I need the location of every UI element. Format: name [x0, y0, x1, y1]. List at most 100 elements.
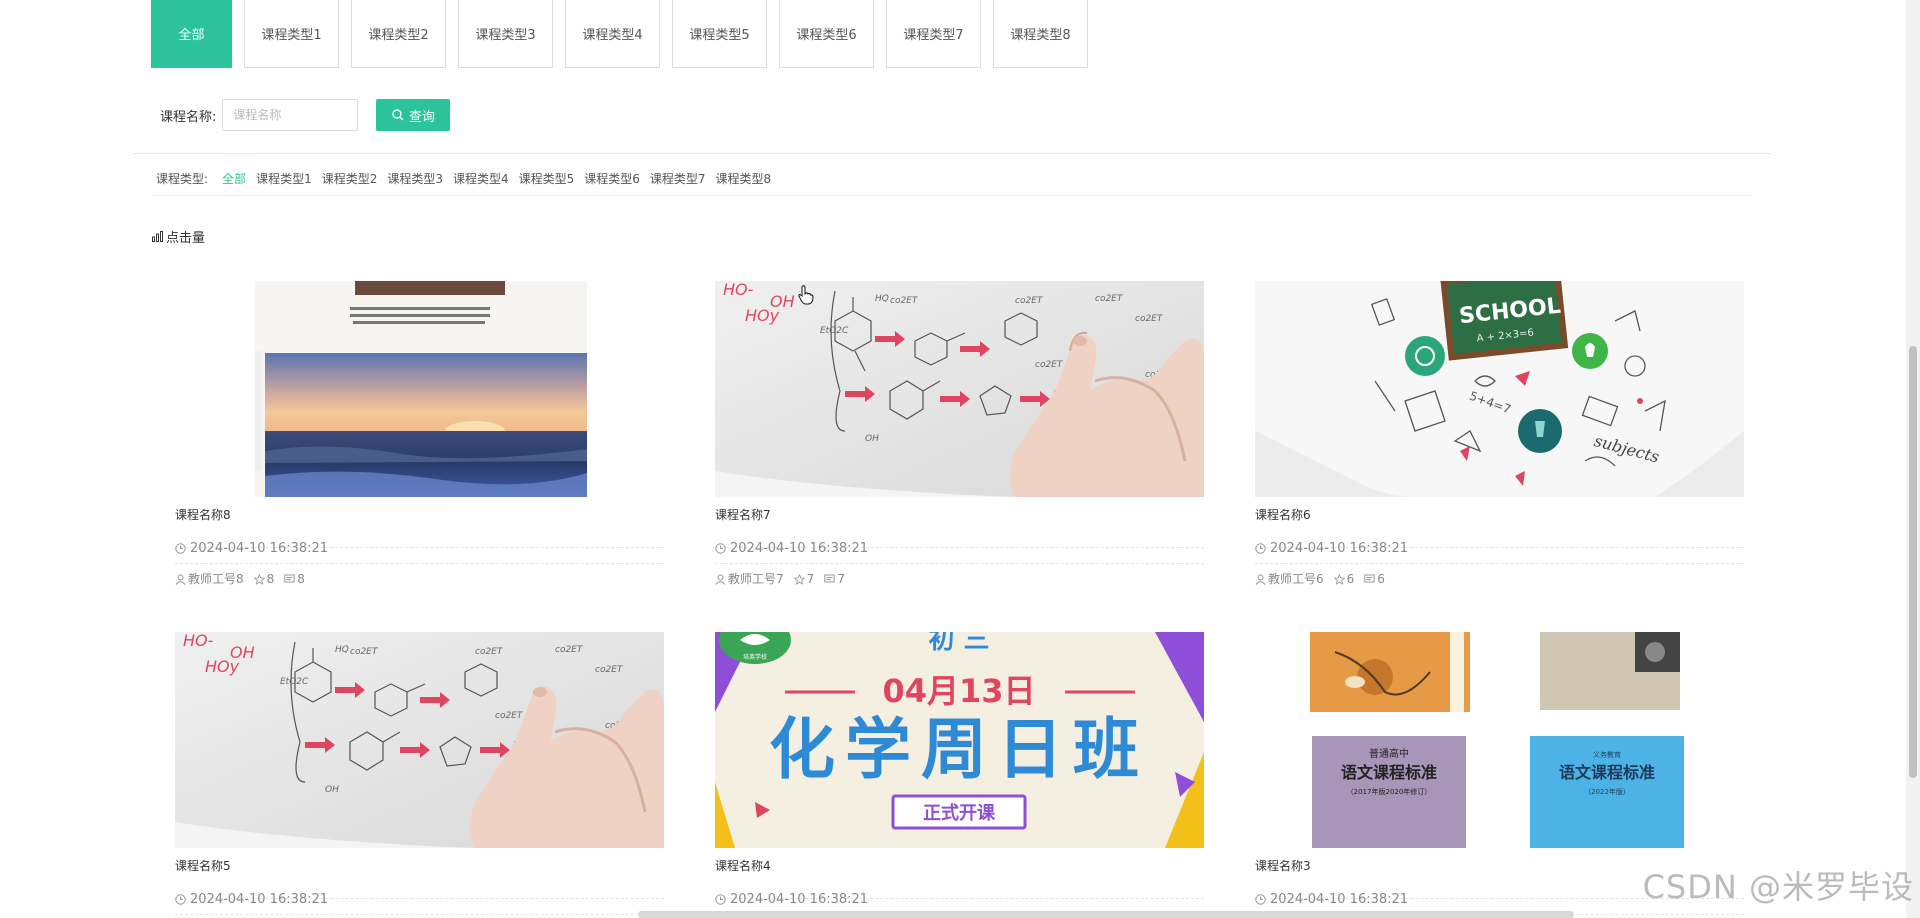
- book-1-edition: （2017年版2020年修订）: [1347, 787, 1432, 796]
- svg-text:OH: OH: [865, 434, 879, 444]
- svg-text:co2ET: co2ET: [495, 711, 524, 721]
- course-meta: 教师工号8 8 8: [175, 564, 664, 594]
- svg-text:co2ET: co2ET: [1095, 294, 1124, 304]
- tab-course-type-8[interactable]: 课程类型8: [993, 0, 1088, 68]
- watermark: CSDN @米罗毕设: [1642, 868, 1914, 906]
- svg-text:co2ET: co2ET: [1015, 296, 1044, 306]
- vertical-scrollbar[interactable]: [1906, 0, 1920, 918]
- tab-course-type-5[interactable]: 课程类型5: [672, 0, 767, 68]
- svg-text:OH: OH: [770, 292, 795, 311]
- user-icon: [175, 574, 186, 585]
- course-image[interactable]: 普通高中 语文课程标准 （2017年版2020年修订） 义务教育 语文课程标准 …: [1255, 632, 1744, 848]
- course-list-page: 全部 课程类型1 课程类型2 课程类型3 课程类型4 课程类型5 课程类型6 课…: [0, 0, 1920, 918]
- search-bar: 课程名称: 查询: [160, 99, 451, 131]
- tab-course-type-2[interactable]: 课程类型2: [351, 0, 446, 68]
- course-date: 2024-04-10 16:38:21: [175, 885, 664, 915]
- course-date-text: 2024-04-10 16:38:21: [1270, 891, 1409, 907]
- svg-text:co2ET: co2ET: [1035, 360, 1064, 370]
- course-name-input[interactable]: [222, 99, 359, 131]
- poster-school-label: 培英学校: [743, 653, 767, 661]
- svg-text:co2ET: co2ET: [890, 296, 919, 306]
- tab-all[interactable]: 全部: [151, 0, 232, 68]
- course-date-text: 2024-04-10 16:38:21: [190, 891, 329, 907]
- tab-course-type-4[interactable]: 课程类型4: [565, 0, 660, 68]
- search-label: 课程名称:: [160, 109, 217, 125]
- filter-item-type-4[interactable]: 课程类型4: [453, 170, 509, 187]
- svg-text:HQ: HQ: [335, 645, 349, 655]
- svg-text:co2ET: co2ET: [555, 645, 584, 655]
- poster-line1: 初 三: [928, 632, 989, 655]
- course-type-filter: 课程类型: 全部 课程类型1 课程类型2 课程类型3 课程类型4 课程类型5 课…: [156, 170, 781, 187]
- svg-text:EtO2C: EtO2C: [280, 677, 309, 687]
- course-image[interactable]: [175, 281, 664, 497]
- teacher-id: 教师工号6: [1268, 572, 1324, 586]
- tab-course-type-1[interactable]: 课程类型1: [244, 0, 339, 68]
- clock-icon: [175, 894, 186, 905]
- tab-course-type-6[interactable]: 课程类型6: [779, 0, 874, 68]
- filter-item-type-8[interactable]: 课程类型8: [716, 170, 772, 187]
- tab-course-type-7[interactable]: 课程类型7: [886, 0, 981, 68]
- course-card[interactable]: HO- HOy OH HQ co2ET EtO2C co2ET co2ET co…: [715, 281, 1204, 594]
- comment-count: 8: [297, 572, 305, 586]
- star-icon: [793, 573, 805, 585]
- hand-cursor-icon: [798, 285, 814, 305]
- category-tabs: 全部 课程类型1 课程类型2 课程类型3 课程类型4 课程类型5 课程类型6 课…: [151, 0, 1088, 68]
- course-card[interactable]: SCHOOL A + 2×3=6 subjects 5+4=7 课程名称6 20…: [1255, 281, 1744, 594]
- course-date: 2024-04-10 16:38:21: [1255, 534, 1744, 564]
- svg-text:EtO2C: EtO2C: [820, 326, 849, 336]
- svg-text:HQ: HQ: [875, 294, 889, 304]
- book-1-subtitle: 普通高中: [1369, 747, 1409, 760]
- course-meta: 教师工号6 6 6: [1255, 564, 1744, 594]
- course-date: 2024-04-10 16:38:21: [715, 534, 1204, 564]
- filter-label: 课程类型:: [156, 172, 209, 186]
- course-image[interactable]: HO- HOy OH HQ co2ET EtO2C co2ET co2ET co…: [175, 632, 664, 848]
- bar-chart-icon: [152, 231, 163, 242]
- horizontal-scrollbar[interactable]: [638, 911, 1574, 918]
- svg-text:HO-: HO-: [183, 632, 214, 650]
- comment-count: 7: [837, 572, 845, 586]
- svg-text:co2ET: co2ET: [1135, 314, 1164, 324]
- svg-text:OH: OH: [325, 785, 339, 795]
- comment-icon: [824, 574, 835, 582]
- search-button[interactable]: 查询: [376, 99, 451, 131]
- course-card[interactable]: 课程名称8 2024-04-10 16:38:21 教师工号8 8 8: [175, 281, 664, 594]
- filter-item-type-3[interactable]: 课程类型3: [387, 170, 443, 187]
- star-icon: [253, 573, 265, 585]
- course-meta: 教师工号7 7 7: [715, 564, 1204, 594]
- course-image[interactable]: SCHOOL A + 2×3=6 subjects 5+4=7: [1255, 281, 1744, 497]
- tab-course-type-3[interactable]: 课程类型3: [458, 0, 553, 68]
- course-card[interactable]: HO- HOy OH HQ co2ET EtO2C co2ET co2ET co…: [175, 632, 664, 915]
- poster-line2: 04月13日: [882, 672, 1035, 710]
- comment-icon: [1364, 574, 1375, 582]
- course-card[interactable]: 培英学校 初 三 04月13日 化学周日班 正式开课 课程名称4 2024-04…: [715, 632, 1204, 915]
- scrollbar-thumb[interactable]: [1909, 346, 1917, 778]
- clock-icon: [715, 543, 726, 554]
- course-image[interactable]: 培英学校 初 三 04月13日 化学周日班 正式开课: [715, 632, 1204, 848]
- comment-icon: [284, 574, 295, 582]
- svg-text:co2ET: co2ET: [350, 647, 379, 657]
- sort-label: 点击量: [166, 231, 206, 246]
- search-icon: [392, 109, 404, 121]
- filter-item-type-6[interactable]: 课程类型6: [584, 170, 640, 187]
- book-1-title: 语文课程标准: [1341, 763, 1437, 782]
- teacher-id: 教师工号8: [188, 572, 244, 586]
- filter-item-type-5[interactable]: 课程类型5: [519, 170, 575, 187]
- svg-text:HO-: HO-: [723, 281, 754, 299]
- clock-icon: [1255, 894, 1266, 905]
- poster-line4: 正式开课: [923, 802, 996, 824]
- filter-item-type-7[interactable]: 课程类型7: [650, 170, 706, 187]
- book-2-edition: （2022年版）: [1584, 787, 1630, 796]
- filter-item-all[interactable]: 全部: [222, 170, 246, 187]
- course-image[interactable]: HO- HOy OH HQ co2ET EtO2C co2ET co2ET co…: [715, 281, 1204, 497]
- clock-icon: [715, 894, 726, 905]
- filter-item-type-1[interactable]: 课程类型1: [256, 170, 312, 187]
- svg-text:co2ET: co2ET: [475, 647, 504, 657]
- filter-item-type-2[interactable]: 课程类型2: [322, 170, 378, 187]
- course-date-text: 2024-04-10 16:38:21: [190, 540, 329, 556]
- divider: [133, 153, 1771, 154]
- course-date-text: 2024-04-10 16:38:21: [1270, 540, 1409, 556]
- comment-count: 6: [1377, 572, 1385, 586]
- search-button-label: 查询: [408, 109, 435, 125]
- course-date-text: 2024-04-10 16:38:21: [730, 891, 869, 907]
- sort-by-clicks[interactable]: 点击量: [152, 227, 205, 246]
